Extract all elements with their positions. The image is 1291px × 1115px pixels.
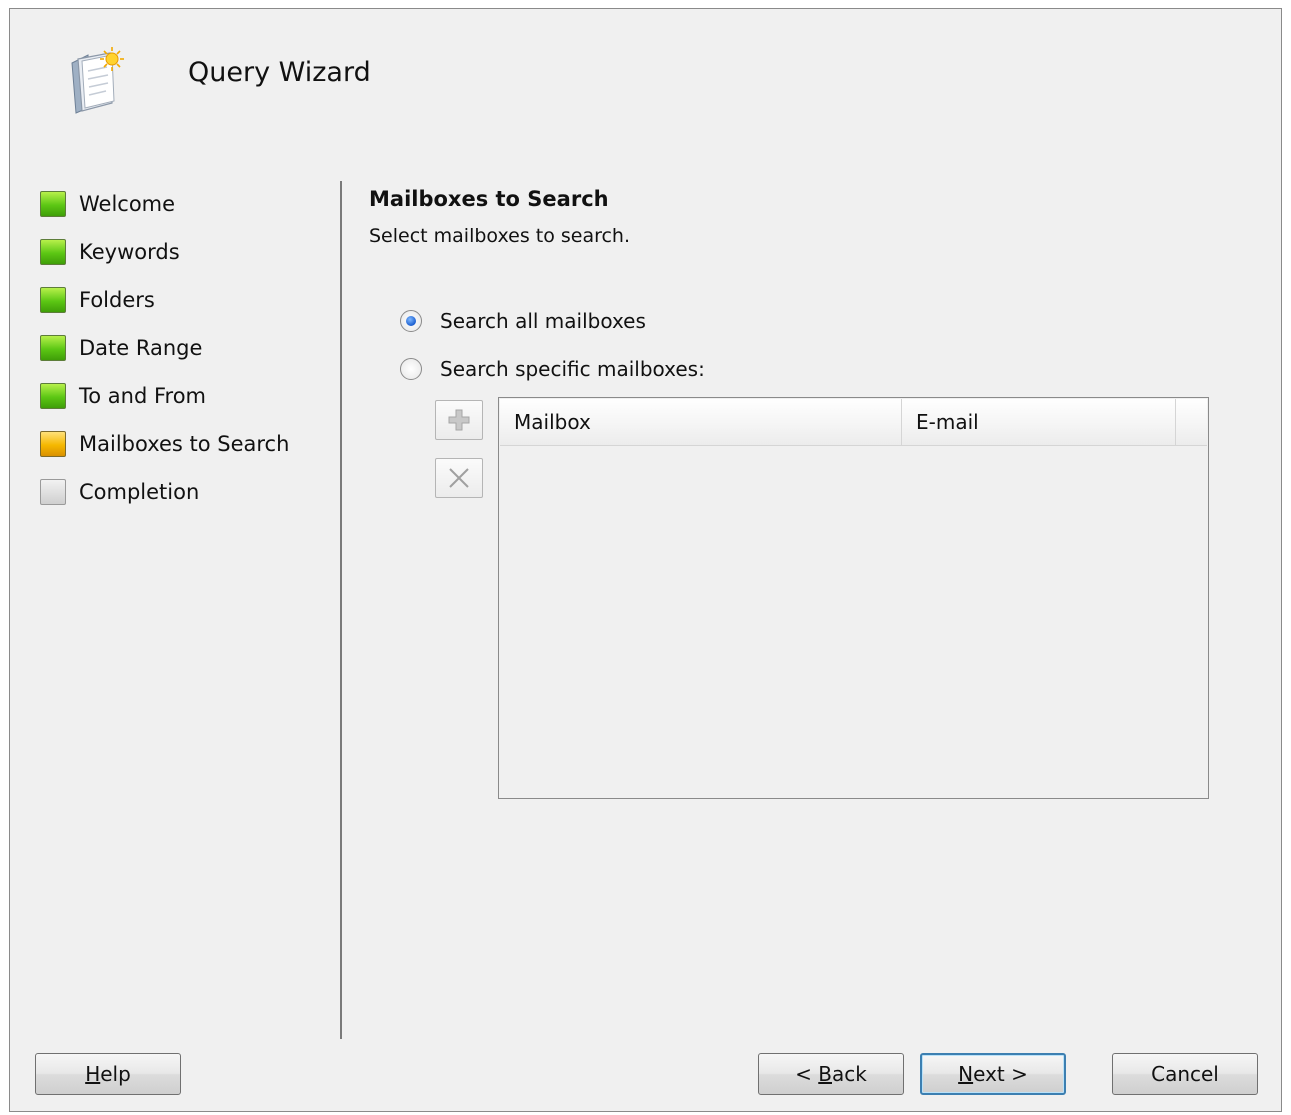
- step-completion: Completion: [40, 477, 330, 507]
- step-label: Folders: [79, 288, 155, 312]
- radio-selected-icon[interactable]: [400, 310, 422, 332]
- radio-label[interactable]: Search specific mailboxes:: [440, 357, 705, 381]
- step-label: Welcome: [79, 192, 176, 216]
- step-keywords: Keywords: [40, 237, 330, 267]
- step-complete-icon: [40, 191, 66, 217]
- cancel-button[interactable]: Cancel: [1112, 1053, 1258, 1095]
- wizard-document-icon: [71, 47, 124, 114]
- step-welcome: Welcome: [40, 189, 330, 219]
- add-mailbox-button[interactable]: [435, 400, 483, 440]
- step-label: Date Range: [79, 336, 203, 360]
- search-specific-mailboxes-option[interactable]: Search specific mailboxes:: [400, 355, 705, 383]
- step-pending-icon: [40, 479, 66, 505]
- plus-icon: [448, 409, 470, 431]
- column-header-mailbox[interactable]: Mailbox: [500, 399, 902, 445]
- step-label: Keywords: [79, 240, 180, 264]
- step-complete-icon: [40, 239, 66, 265]
- button-label-rest: ext >: [973, 1062, 1028, 1086]
- column-header-email[interactable]: E-mail: [902, 399, 1176, 445]
- button-mnemonic: N: [958, 1062, 974, 1086]
- step-complete-icon: [40, 287, 66, 313]
- step-label: Mailboxes to Search: [79, 432, 290, 456]
- next-button[interactable]: Next >: [920, 1053, 1066, 1095]
- step-date-range: Date Range: [40, 333, 330, 363]
- step-to-and-from: To and From: [40, 381, 330, 411]
- mailbox-list[interactable]: Mailbox E-mail: [498, 397, 1209, 799]
- wizard-title: Query Wizard: [188, 57, 371, 88]
- step-mailboxes-to-search: Mailboxes to Search: [40, 429, 330, 459]
- search-all-mailboxes-option[interactable]: Search all mailboxes: [400, 307, 646, 335]
- remove-mailbox-button[interactable]: [435, 458, 483, 498]
- step-label: Completion: [79, 480, 200, 504]
- step-complete-icon: [40, 335, 66, 361]
- button-label-rest: elp: [100, 1062, 131, 1086]
- step-complete-icon: [40, 383, 66, 409]
- button-label-rest: ack: [832, 1062, 867, 1086]
- section-subtitle: Select mailboxes to search.: [369, 225, 631, 247]
- button-mnemonic: B: [818, 1062, 832, 1086]
- back-button[interactable]: < Back: [758, 1053, 904, 1095]
- radio-label[interactable]: Search all mailboxes: [440, 309, 646, 333]
- step-label: To and From: [79, 384, 206, 408]
- step-current-icon: [40, 431, 66, 457]
- vertical-divider: [340, 181, 342, 1039]
- button-label-prefix: <: [795, 1062, 819, 1086]
- help-button[interactable]: Help: [35, 1053, 181, 1095]
- section-title: Mailboxes to Search: [369, 187, 609, 211]
- step-folders: Folders: [40, 285, 330, 315]
- radio-unselected-icon[interactable]: [400, 358, 422, 380]
- mailbox-list-header: Mailbox E-mail: [500, 399, 1207, 446]
- query-wizard-window: Query Wizard Welcome Keywords Folders Da…: [9, 8, 1282, 1112]
- button-mnemonic: H: [85, 1062, 101, 1086]
- close-x-icon: [449, 468, 469, 488]
